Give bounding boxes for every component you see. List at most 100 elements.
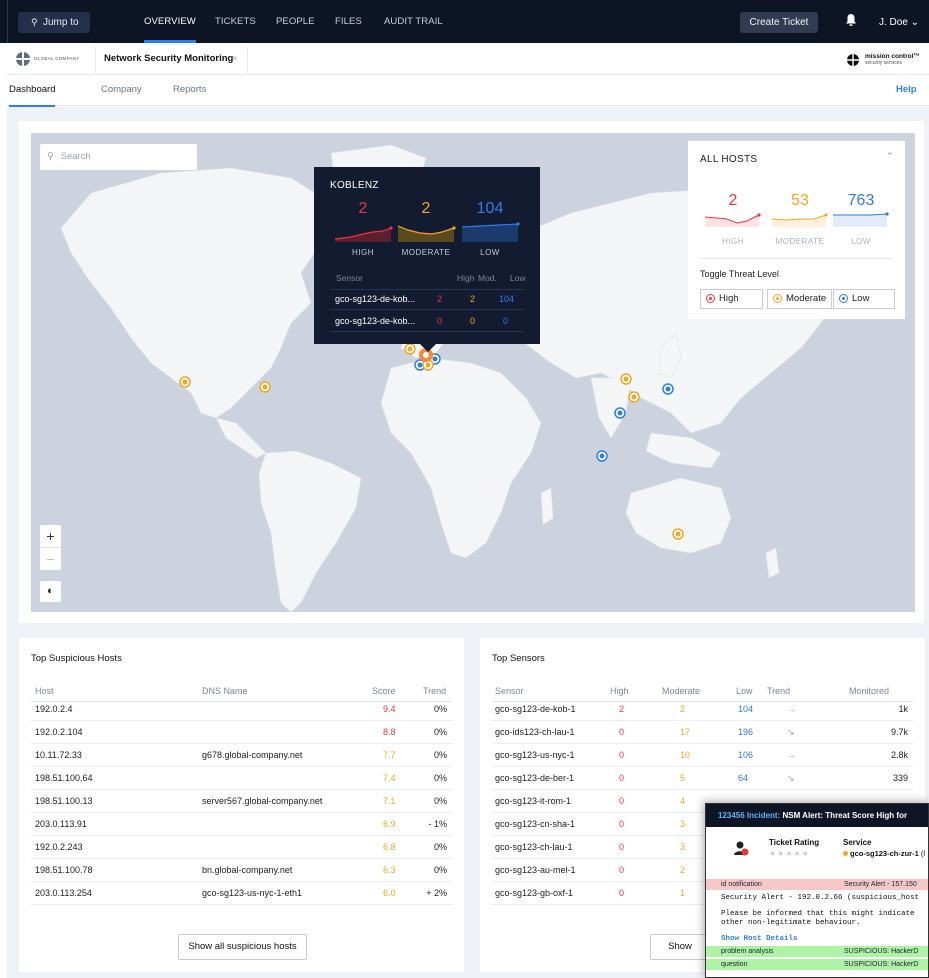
- nav-audit-trail[interactable]: AUDIT TRAIL: [384, 0, 443, 43]
- table-row[interactable]: [31, 812, 452, 813]
- user-menu[interactable]: J. Doe ⌄: [879, 0, 919, 45]
- service-value: gco-sg123-ch-zur-1 (l: [843, 849, 925, 858]
- high-label: HIGH: [352, 248, 374, 257]
- search-icon: ⚲: [47, 151, 54, 162]
- sensor-name: gco-sg123-it-rom-1: [495, 796, 572, 806]
- chevron-up-icon[interactable]: ⌃: [886, 151, 894, 162]
- toggle-low-button[interactable]: Low: [833, 289, 895, 309]
- column-header-host: Host: [35, 686, 54, 696]
- table-row[interactable]: [31, 766, 452, 767]
- nav-overview[interactable]: OVERVIEW: [144, 0, 196, 43]
- monitored-value: 1k: [898, 704, 908, 714]
- moderate-value: 3: [680, 819, 686, 829]
- top-navigation-bar: ⚲ Jump to OVERVIEW TICKETS PEOPLE FILES …: [0, 0, 929, 43]
- moderate-count: 2: [421, 200, 431, 217]
- low-value: 196: [738, 727, 754, 737]
- trend-value: 0%: [433, 842, 447, 852]
- app-tab-bar: GLOBAL COMPANY Network Security Monitori…: [7, 43, 929, 75]
- bell-icon[interactable]: [845, 13, 859, 29]
- map-search-placeholder: Search: [60, 151, 91, 162]
- nav-files[interactable]: FILES: [335, 0, 362, 43]
- service-name: gco-sg123-ch-zur-1: [850, 849, 919, 858]
- row-summary: SUSPICIOUS: HackerD: [844, 948, 919, 955]
- table-row[interactable]: [31, 858, 452, 859]
- zoom-in-button[interactable]: +: [40, 525, 61, 547]
- moderate-value: 2: [680, 865, 686, 875]
- nav-people[interactable]: PEOPLE: [276, 0, 315, 43]
- high-sparkline: [334, 226, 393, 242]
- location-popup: KOBLENZ 2 2 104 HIGH MODERATE LOW Sensor…: [314, 167, 540, 352]
- show-all-sensors-button[interactable]: Show: [650, 934, 710, 960]
- moderate-value: 17: [680, 727, 691, 737]
- card-title: Top Sensors: [492, 653, 545, 664]
- map-marker-low[interactable]: [614, 407, 626, 419]
- table-row[interactable]: [492, 720, 913, 721]
- table-row[interactable]: [31, 881, 452, 882]
- incident-ticket-window[interactable]: 123456 Incident: NSM Alert: Threat Score…: [705, 803, 929, 978]
- high-count: 2: [728, 192, 738, 209]
- high-value: 0: [619, 727, 625, 737]
- tab-dashboard[interactable]: Dashboard: [9, 75, 56, 107]
- map-marker-moderate[interactable]: [259, 381, 271, 393]
- trend-value: 0%: [433, 750, 447, 760]
- close-icon[interactable]: ×: [232, 53, 237, 63]
- jump-to-label: Jump to: [43, 17, 79, 28]
- map-marker-low[interactable]: [662, 383, 674, 395]
- trend-icon: ↘: [787, 773, 795, 783]
- tab-network-security-monitoring[interactable]: Network Security Monitoring: [104, 53, 233, 64]
- moderate-value: 4: [680, 796, 686, 806]
- column-header-low: Low: [510, 273, 526, 283]
- toggle-high-button[interactable]: High: [700, 289, 763, 309]
- tab-divider: [95, 47, 96, 73]
- contrast-toggle-icon[interactable]: ◐: [40, 581, 61, 602]
- nav-divider: [7, 0, 8, 43]
- table-row[interactable]: [31, 789, 452, 790]
- company-logo-icon: [16, 52, 30, 66]
- tab-reports[interactable]: Reports: [173, 75, 206, 106]
- map-marker-moderate[interactable]: [620, 373, 632, 385]
- toggle-low-label: Low: [852, 293, 870, 304]
- table-row[interactable]: [492, 766, 913, 767]
- host-ip: 198.51.100.64: [35, 773, 93, 783]
- sensor-name: gco-sg123-gb-oxf-1: [495, 888, 574, 898]
- table-row[interactable]: [31, 835, 452, 836]
- column-header-trend: Trend: [423, 686, 447, 696]
- card-title: Top Suspicious Hosts: [31, 653, 122, 664]
- map-marker-moderate[interactable]: [628, 391, 640, 403]
- high-value: 0: [619, 819, 625, 829]
- host-ip: 198.51.100.13: [35, 796, 93, 806]
- map-marker-moderate[interactable]: [404, 343, 416, 355]
- star-rating-icon[interactable]: ★★★★★: [769, 849, 810, 858]
- all-hosts-panel: ALL HOSTS ⌃ 2 53 763 HIGH MODERATE LOW T…: [688, 141, 905, 319]
- zoom-out-button[interactable]: −: [40, 548, 61, 570]
- show-host-details-link[interactable]: Show Host Details: [721, 935, 798, 943]
- score-value: 6.8: [383, 842, 396, 852]
- nav-tickets[interactable]: TICKETS: [215, 0, 256, 43]
- table-row[interactable]: [31, 743, 452, 744]
- mission-control-logo-icon: [847, 54, 859, 66]
- jump-to-search-button[interactable]: ⚲ Jump to: [18, 12, 90, 33]
- toggle-moderate-button[interactable]: Moderate: [767, 289, 832, 309]
- map-marker-moderate[interactable]: [179, 376, 191, 388]
- help-link[interactable]: Help: [896, 75, 917, 105]
- low-value: 0: [503, 316, 509, 326]
- create-ticket-button[interactable]: Create Ticket: [740, 12, 818, 33]
- map-search-input[interactable]: ⚲ Search: [40, 144, 197, 170]
- moderate-value: 0: [470, 316, 476, 326]
- table-row[interactable]: [492, 743, 913, 744]
- ticket-rating-label: Ticket Rating: [769, 838, 820, 847]
- tab-company[interactable]: Company: [101, 75, 142, 106]
- table-row[interactable]: [31, 904, 452, 905]
- question-row: question SUSPICIOUS: HackerD: [706, 959, 928, 970]
- brand-name: mission control™: [865, 53, 920, 60]
- map-marker-moderate[interactable]: [672, 528, 684, 540]
- table-row[interactable]: [492, 789, 913, 790]
- moderate-sparkline: [397, 225, 456, 242]
- row-summary: SUSPICIOUS: HackerD: [844, 961, 919, 968]
- map-marker-low[interactable]: [596, 450, 608, 462]
- show-all-suspicious-hosts-button[interactable]: Show all suspicious hosts: [178, 934, 307, 960]
- table-row[interactable]: [31, 720, 452, 721]
- high-sparkline: [704, 213, 761, 227]
- incident-title-bar: 123456 Incident: NSM Alert: Threat Score…: [706, 804, 928, 827]
- header-divider: [492, 701, 913, 702]
